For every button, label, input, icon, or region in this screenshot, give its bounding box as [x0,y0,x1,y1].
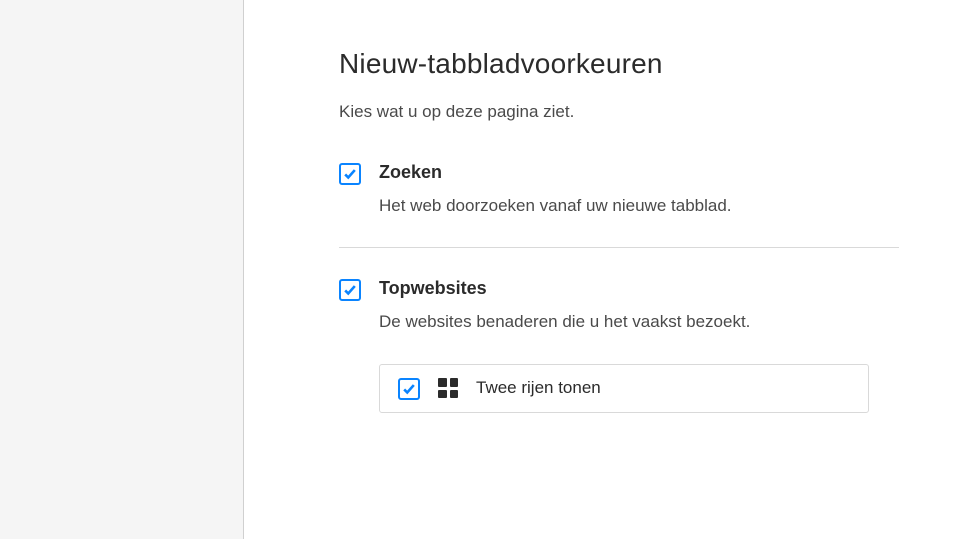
preferences-panel: Nieuw-tabbladvoorkeuren Kies wat u op de… [244,0,960,539]
sidebar-gutter [0,0,244,539]
pref-label-topsites: Topwebsites [379,278,879,299]
pref-text-topsites: Topwebsites De websites benaderen die u … [379,278,879,335]
pref-desc-topsites: De websites benaderen die u het vaakst b… [379,309,879,335]
checkbox-two-rows[interactable] [398,378,420,400]
pref-row-topsites: Topwebsites De websites benaderen die u … [339,278,920,335]
page-title: Nieuw-tabbladvoorkeuren [339,48,920,80]
check-icon [402,382,416,396]
page-subtitle: Kies wat u op deze pagina ziet. [339,102,920,122]
pref-label-search: Zoeken [379,162,879,183]
checkbox-search[interactable] [339,163,361,185]
pref-row-search: Zoeken Het web doorzoeken vanaf uw nieuw… [339,162,920,247]
pref-desc-search: Het web doorzoeken vanaf uw nieuwe tabbl… [379,193,879,219]
check-icon [343,167,357,181]
divider [339,247,899,248]
pref-text-search: Zoeken Het web doorzoeken vanaf uw nieuw… [379,162,879,219]
checkbox-topsites[interactable] [339,279,361,301]
grid-icon [438,378,458,398]
sub-option-label-two-rows: Twee rijen tonen [476,378,601,398]
check-icon [343,283,357,297]
sub-option-two-rows: Twee rijen tonen [379,364,869,413]
